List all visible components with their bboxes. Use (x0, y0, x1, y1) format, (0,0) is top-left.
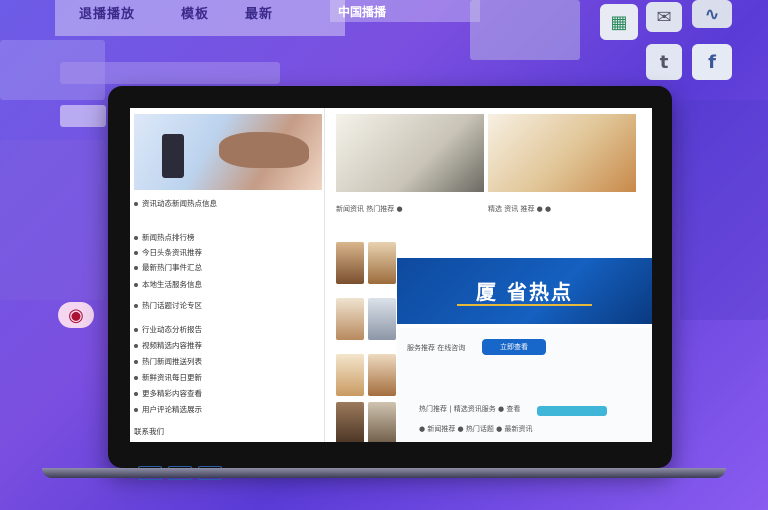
thumbnail[interactable] (368, 242, 396, 284)
promo-cta-button[interactable]: 立即查看 (482, 339, 546, 355)
thumbnail[interactable] (336, 402, 364, 442)
thumbnail[interactable] (336, 354, 364, 396)
tablet-screen: 资讯动态新闻热点信息 新闻热点排行榜 今日头条资讯推荐 最新热门事件汇总 本地生… (130, 108, 652, 442)
list-item-text: 热门新闻推送列表 (142, 357, 202, 366)
list-item[interactable]: 本地生活服务信息 (134, 279, 202, 290)
thumbnail[interactable] (368, 402, 396, 442)
bg-panel (0, 140, 105, 300)
list-item[interactable]: 热门话题讨论专区 (134, 300, 202, 311)
list-item[interactable]: 新鲜资讯每日更新 (134, 372, 202, 383)
bg-panel (470, 0, 580, 60)
bullet-icon (134, 282, 138, 287)
bg-nav-item: 最新 (245, 7, 274, 22)
logo-badge-icon: ◉ (58, 302, 94, 328)
promo-text: ● 新闻推荐 ● 热门话题 ● 最新资讯 (419, 425, 533, 433)
tablet-stand (42, 468, 726, 478)
bg-nav-item: 模板 (181, 7, 210, 22)
bullet-icon (134, 303, 138, 308)
wave-icon: ∿ (692, 0, 732, 28)
thumbnail-column (336, 242, 396, 442)
promo-overlay: 厦 省热点 服务推荐 在线咨询 立即查看 热门推荐 | 精选资讯服务 ● 查看 … (397, 258, 652, 442)
bg-panel (60, 105, 106, 127)
bullet-icon (134, 375, 138, 380)
list-item[interactable]: 热门新闻推送列表 (134, 356, 202, 367)
chat-icon: ✉ (646, 2, 682, 32)
list-item[interactable]: 更多精彩内容查看 (134, 388, 202, 399)
list-item-text: 本地生活服务信息 (142, 280, 202, 289)
bullet-icon (134, 407, 138, 412)
bullet-icon (134, 359, 138, 364)
list-item-text: 更多精彩内容查看 (142, 389, 202, 398)
list-item-text: 视频精选内容推荐 (142, 341, 202, 350)
promo-underline (457, 304, 592, 306)
bullet-icon (134, 327, 138, 332)
bullet-icon (134, 343, 138, 348)
grid-icon: ▦ (600, 4, 638, 40)
thumbnail[interactable] (336, 298, 364, 340)
bg-panel (60, 62, 280, 84)
list-item-text: 联系我们 (134, 427, 164, 436)
feature-card[interactable]: 精选 资讯 推荐 ● ● (488, 114, 636, 213)
list-item[interactable]: 最新热门事件汇总 (134, 262, 202, 273)
bg-strip-label: 中国播播 (338, 5, 387, 19)
promo-text: 热门推荐 | 精选资讯服务 ● 查看 (419, 405, 521, 413)
tablet-device: 资讯动态新闻热点信息 新闻热点排行榜 今日头条资讯推荐 最新热门事件汇总 本地生… (108, 86, 672, 480)
list-item[interactable]: 联系我们 (134, 426, 164, 437)
list-item[interactable]: 新闻热点排行榜 (134, 232, 195, 243)
list-item-text: 最新热门事件汇总 (142, 263, 202, 272)
list-item-text: 用户评论精选展示 (142, 405, 202, 414)
list-item-text: 今日头条资讯推荐 (142, 248, 202, 257)
promo-text: 服务推荐 在线咨询 (407, 344, 466, 352)
list-item[interactable]: 视频精选内容推荐 (134, 340, 202, 351)
list-item[interactable]: 今日头条资讯推荐 (134, 247, 202, 258)
list-item-text: 热门话题讨论专区 (142, 301, 202, 310)
list-item[interactable]: 用户评论精选展示 (134, 404, 202, 415)
bullet-icon (134, 391, 138, 396)
list-item-text: 新鲜资讯每日更新 (142, 373, 202, 382)
promo-progress-pill[interactable] (537, 406, 607, 416)
promo-title: 厦 省热点 (476, 280, 573, 304)
bg-strip: 中国播播 (330, 0, 480, 22)
bullet-icon (134, 250, 138, 255)
list-item-text: 行业动态分析报告 (142, 325, 202, 334)
hero-image[interactable] (134, 114, 322, 190)
bullet-icon (134, 201, 138, 206)
promo-body: 服务推荐 在线咨询 立即查看 热门推荐 | 精选资讯服务 ● 查看 ● 新闻推荐… (397, 328, 652, 442)
bullet-icon (134, 265, 138, 270)
bullet-icon (134, 235, 138, 240)
thumbnail[interactable] (336, 242, 364, 284)
bg-nav-item: 退播播放 (79, 7, 136, 22)
bg-panel (680, 100, 768, 320)
card-caption: 精选 资讯 推荐 ● ● (488, 205, 552, 213)
thumbnail[interactable] (368, 354, 396, 396)
hero-caption[interactable]: 资讯动态新闻热点信息 (134, 198, 217, 209)
twitter-icon: t (646, 44, 682, 80)
card-caption: 新闻资讯 热门推荐 ● (336, 205, 403, 213)
feature-card[interactable]: 新闻资讯 热门推荐 ● (336, 114, 484, 213)
list-item-text: 新闻热点排行榜 (142, 233, 195, 242)
card-grid: 新闻资讯 热门推荐 ● 精选 资讯 推荐 ● ● (336, 114, 652, 234)
left-feed-column: 资讯动态新闻热点信息 新闻热点排行榜 今日头条资讯推荐 最新热门事件汇总 本地生… (130, 108, 325, 442)
promo-header: 厦 省热点 (397, 258, 652, 324)
person-illustration (219, 132, 309, 168)
list-item[interactable]: 行业动态分析报告 (134, 324, 202, 335)
hero-caption-text: 资讯动态新闻热点信息 (142, 199, 217, 208)
bg-top-nav: 退播播放 模板 最新 (55, 0, 345, 36)
facebook-icon: f (692, 44, 732, 80)
thumbnail[interactable] (368, 298, 396, 340)
device-illustration (162, 134, 184, 178)
